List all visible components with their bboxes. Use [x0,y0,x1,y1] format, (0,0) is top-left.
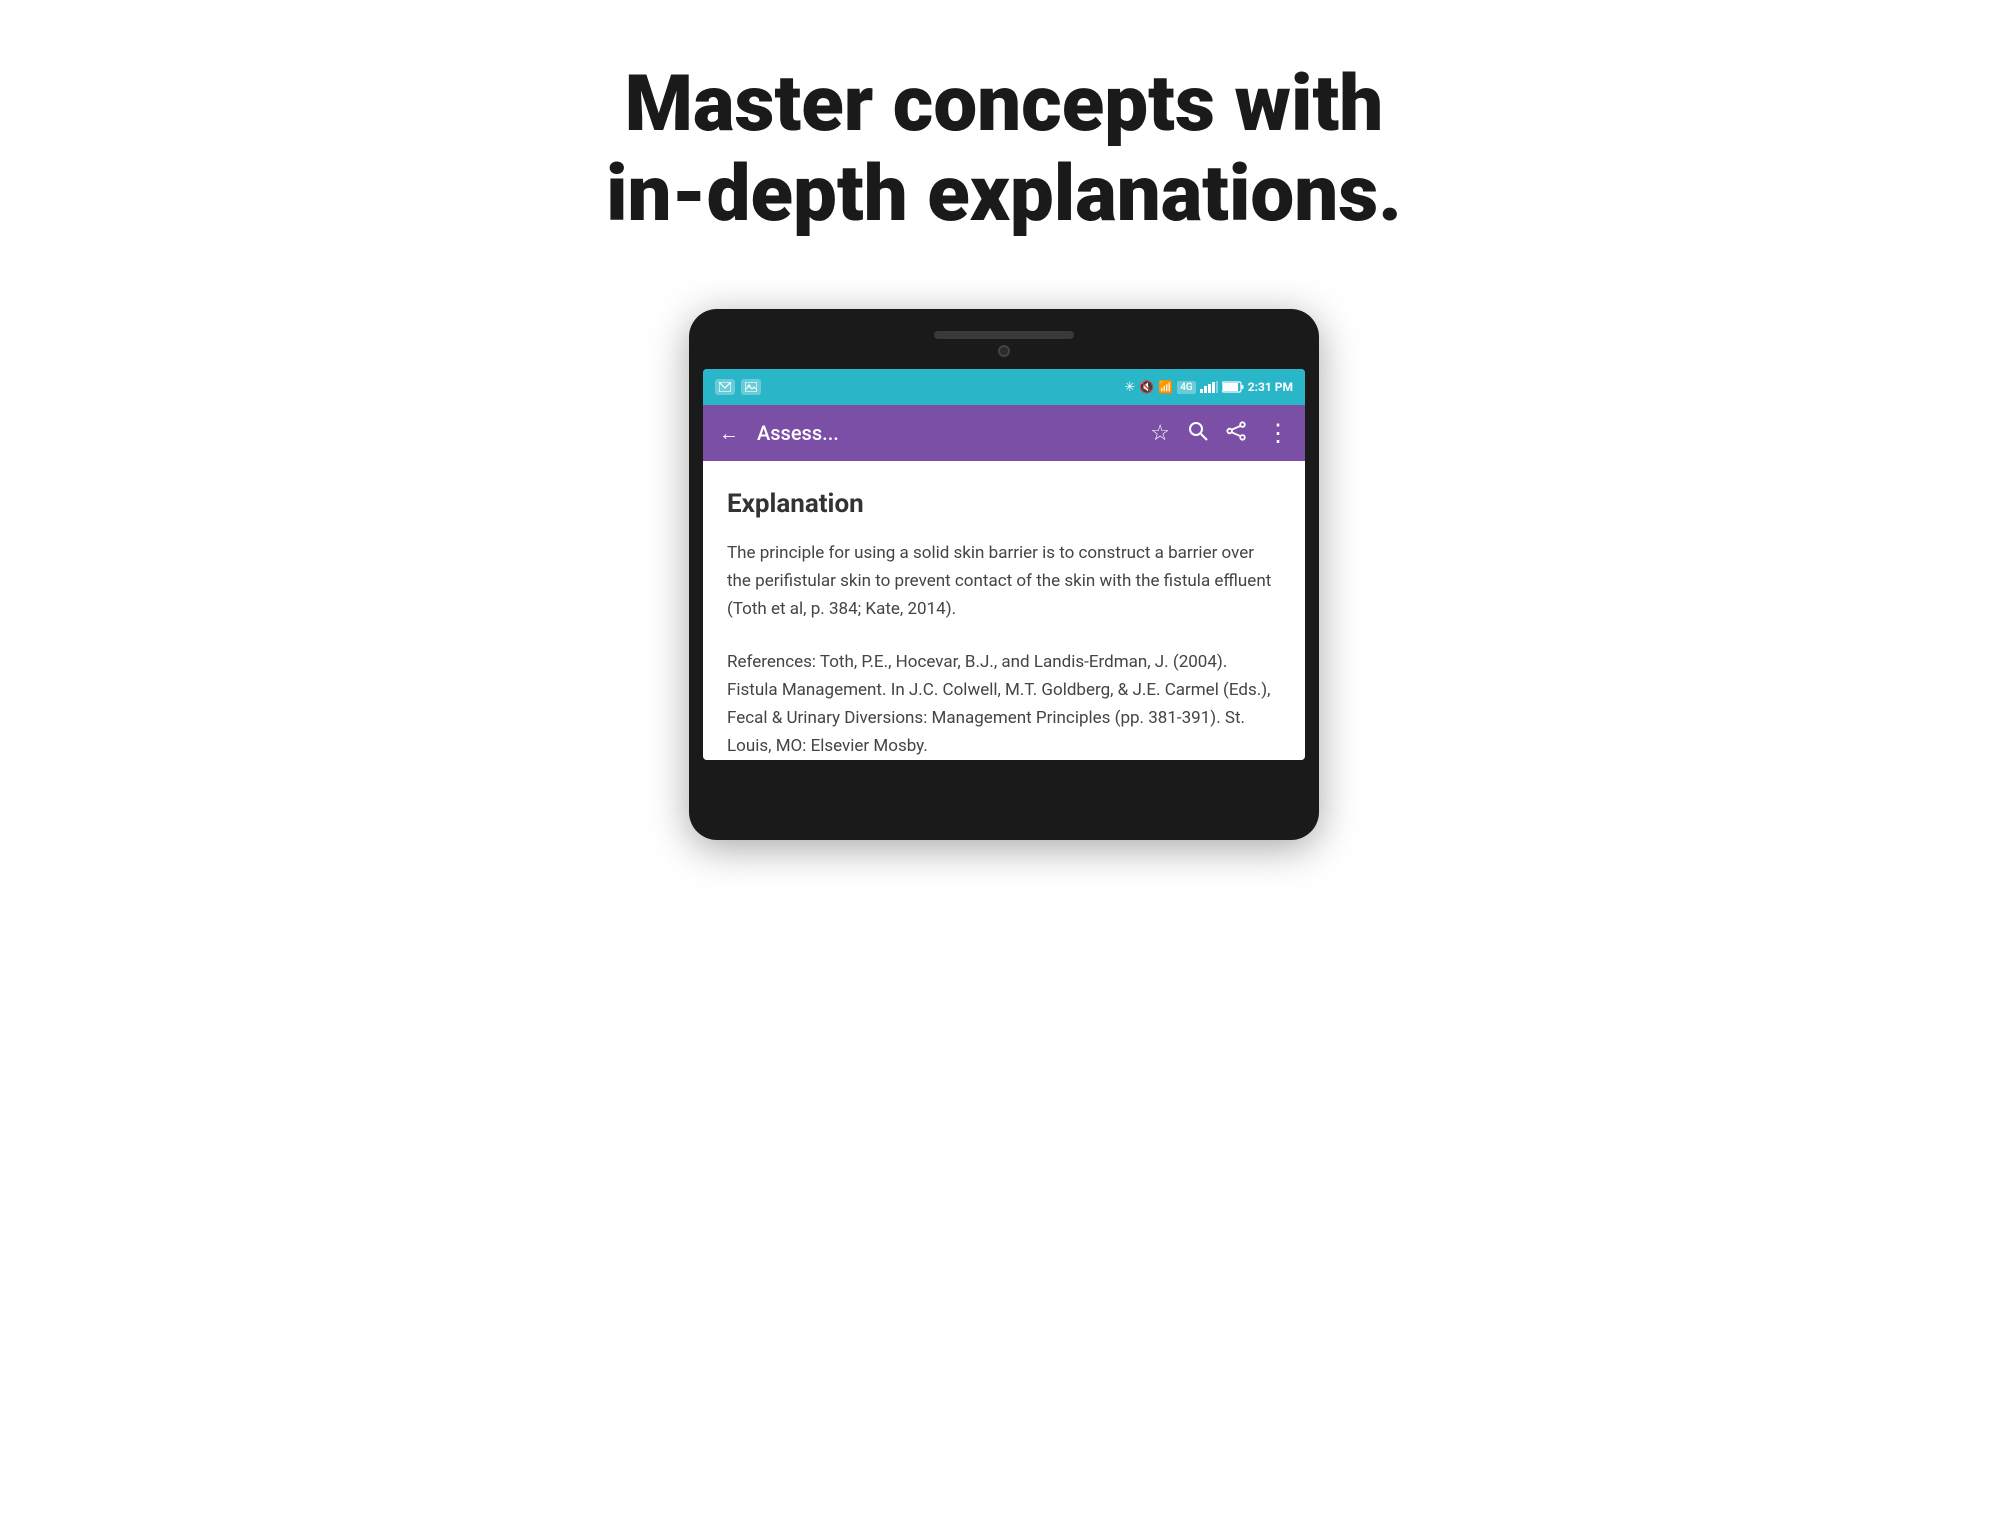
share-button[interactable] [1226,421,1248,446]
status-bar-left [715,379,761,395]
bookmark-button[interactable]: ☆ [1150,421,1170,446]
search-button[interactable] [1188,421,1208,446]
image-icon [741,379,761,395]
headline-line2: in-depth explanations. [606,149,1402,240]
page-headline: Master concepts with in-depth explanatio… [606,60,1402,239]
mail-icon [715,379,735,395]
back-button[interactable]: ← [719,421,739,446]
more-button[interactable]: ⋮ [1266,419,1289,447]
headline-line1: Master concepts with [625,59,1384,150]
content-area: Explanation The principle for using a so… [703,461,1305,759]
status-bar: ✳ 🔇 📶 4G 2:31 PM [703,369,1305,405]
tablet-device: ✳ 🔇 📶 4G 2:31 PM [689,309,1319,839]
references-paragraph: References: Toth, P.E., Hocevar, B.J., a… [727,648,1281,760]
explanation-paragraph: The principle for using a solid skin bar… [727,539,1281,623]
mute-icon: 🔇 [1139,380,1154,394]
camera [998,345,1010,357]
battery-icon [1222,381,1244,393]
section-title: Explanation [727,489,1281,519]
wifi-icon: 📶 [1158,380,1173,394]
app-bar: ← Assess... ☆ ⋮ [703,405,1305,461]
tablet-screen: ✳ 🔇 📶 4G 2:31 PM [703,369,1305,759]
app-bar-title: Assess... [757,421,1132,445]
status-bar-right: ✳ 🔇 📶 4G 2:31 PM [1124,380,1293,395]
lte-badge: 4G [1177,381,1196,394]
bluetooth-icon: ✳ [1124,380,1135,395]
signal-bars-icon [1200,381,1218,393]
time-display: 2:31 PM [1248,380,1293,394]
